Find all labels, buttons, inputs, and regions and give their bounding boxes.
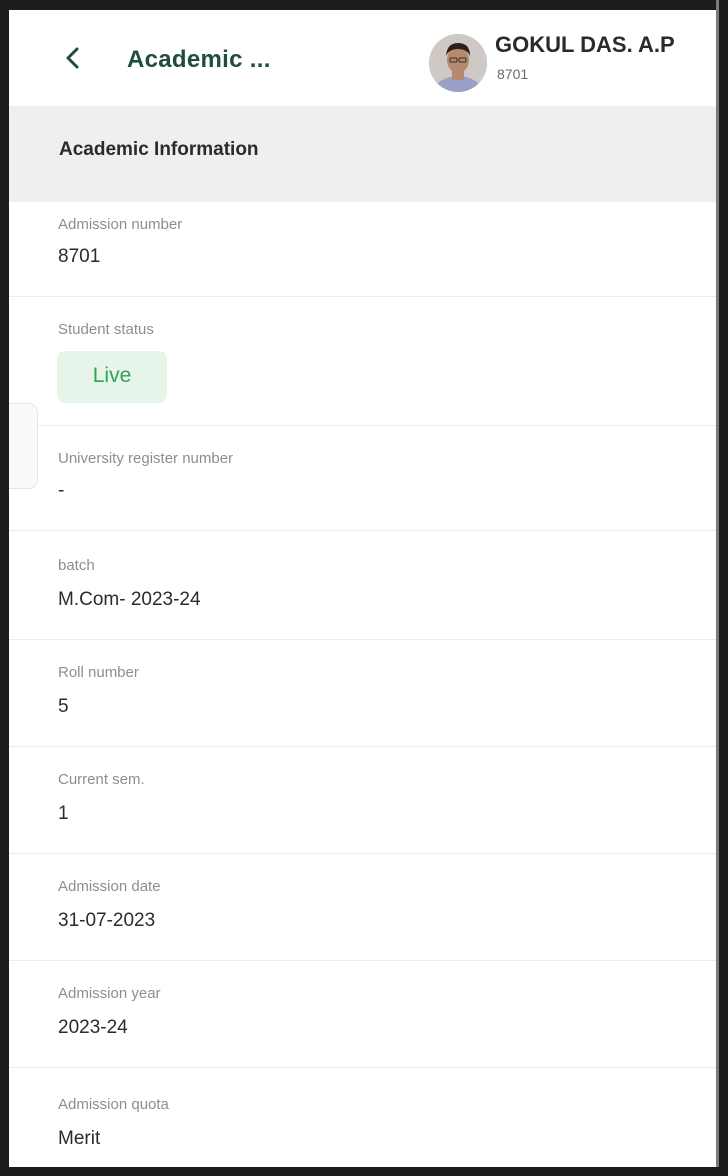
field-roll-number: Roll number 5: [9, 640, 716, 747]
field-label: University register number: [58, 450, 234, 467]
section-title: Academic Information: [59, 139, 259, 160]
user-photo-icon: [429, 34, 487, 92]
field-label: Admission year: [58, 985, 161, 1002]
section-header: Academic Information: [9, 106, 716, 202]
field-value: 1: [58, 803, 69, 824]
field-label: Current sem.: [58, 771, 145, 788]
field-admission-date: Admission date 31-07-2023: [9, 854, 716, 961]
field-label: Student status: [58, 321, 154, 338]
field-value: 8701: [58, 246, 101, 267]
field-admission-quota: Admission quota Merit: [9, 1068, 716, 1167]
field-current-sem: Current sem. 1: [9, 747, 716, 854]
avatar[interactable]: [429, 34, 487, 92]
frame-top: [0, 0, 728, 10]
field-label: Admission number: [58, 216, 183, 233]
field-value: 2023-24: [58, 1017, 128, 1038]
chevron-left-icon[interactable]: [59, 44, 87, 72]
field-value: Merit: [58, 1128, 101, 1149]
field-label: Admission quota: [58, 1096, 169, 1113]
field-label: batch: [58, 557, 95, 574]
field-batch: batch M.Com- 2023-24: [9, 531, 716, 640]
field-admission-year: Admission year 2023-24: [9, 961, 716, 1068]
field-student-status: Student status Live: [9, 297, 716, 426]
field-value: 5: [58, 696, 69, 717]
status-badge: Live: [57, 351, 167, 403]
field-university-register-number: University register number -: [9, 426, 716, 531]
frame-bottom: [0, 1167, 728, 1176]
field-value: -: [58, 480, 65, 501]
status-badge-label: Live: [92, 364, 132, 387]
page-title: Academic ...: [127, 46, 271, 73]
frame-left: [0, 0, 9, 1176]
field-admission-number: Admission number 8701: [9, 202, 716, 297]
frame-right-edge: [716, 0, 719, 1176]
user-name: GOKUL DAS. A.P: [495, 32, 675, 57]
frame-right: [719, 0, 728, 1176]
app-screen: Academic ... GOKUL DAS. A.P 8701 Academi…: [9, 10, 716, 1167]
app-header: Academic ... GOKUL DAS. A.P 8701: [9, 10, 716, 106]
field-value: M.Com- 2023-24: [58, 589, 201, 610]
field-label: Roll number: [58, 664, 139, 681]
side-drawer-handle[interactable]: [9, 403, 38, 489]
field-value: 31-07-2023: [58, 910, 156, 931]
field-label: Admission date: [58, 878, 161, 895]
user-id: 8701: [497, 66, 529, 82]
